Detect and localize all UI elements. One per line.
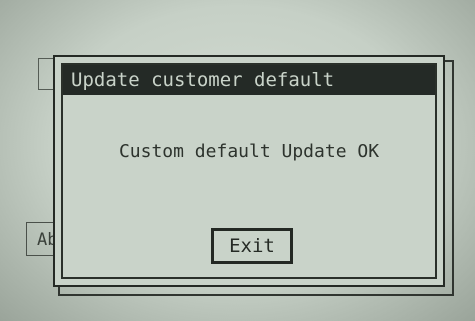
dialog-title: Update customer default [71,69,335,91]
update-dialog: Update customer default Custom default U… [53,55,445,287]
exit-button[interactable]: Exit [211,228,293,264]
dialog-message: Custom default Update OK [118,141,380,162]
dialog-frame: Update customer default Custom default U… [61,63,437,279]
dialog-title-bar: Update customer default [63,65,435,95]
lcd-screen: Ab Update customer default Custom defaul… [0,0,475,321]
